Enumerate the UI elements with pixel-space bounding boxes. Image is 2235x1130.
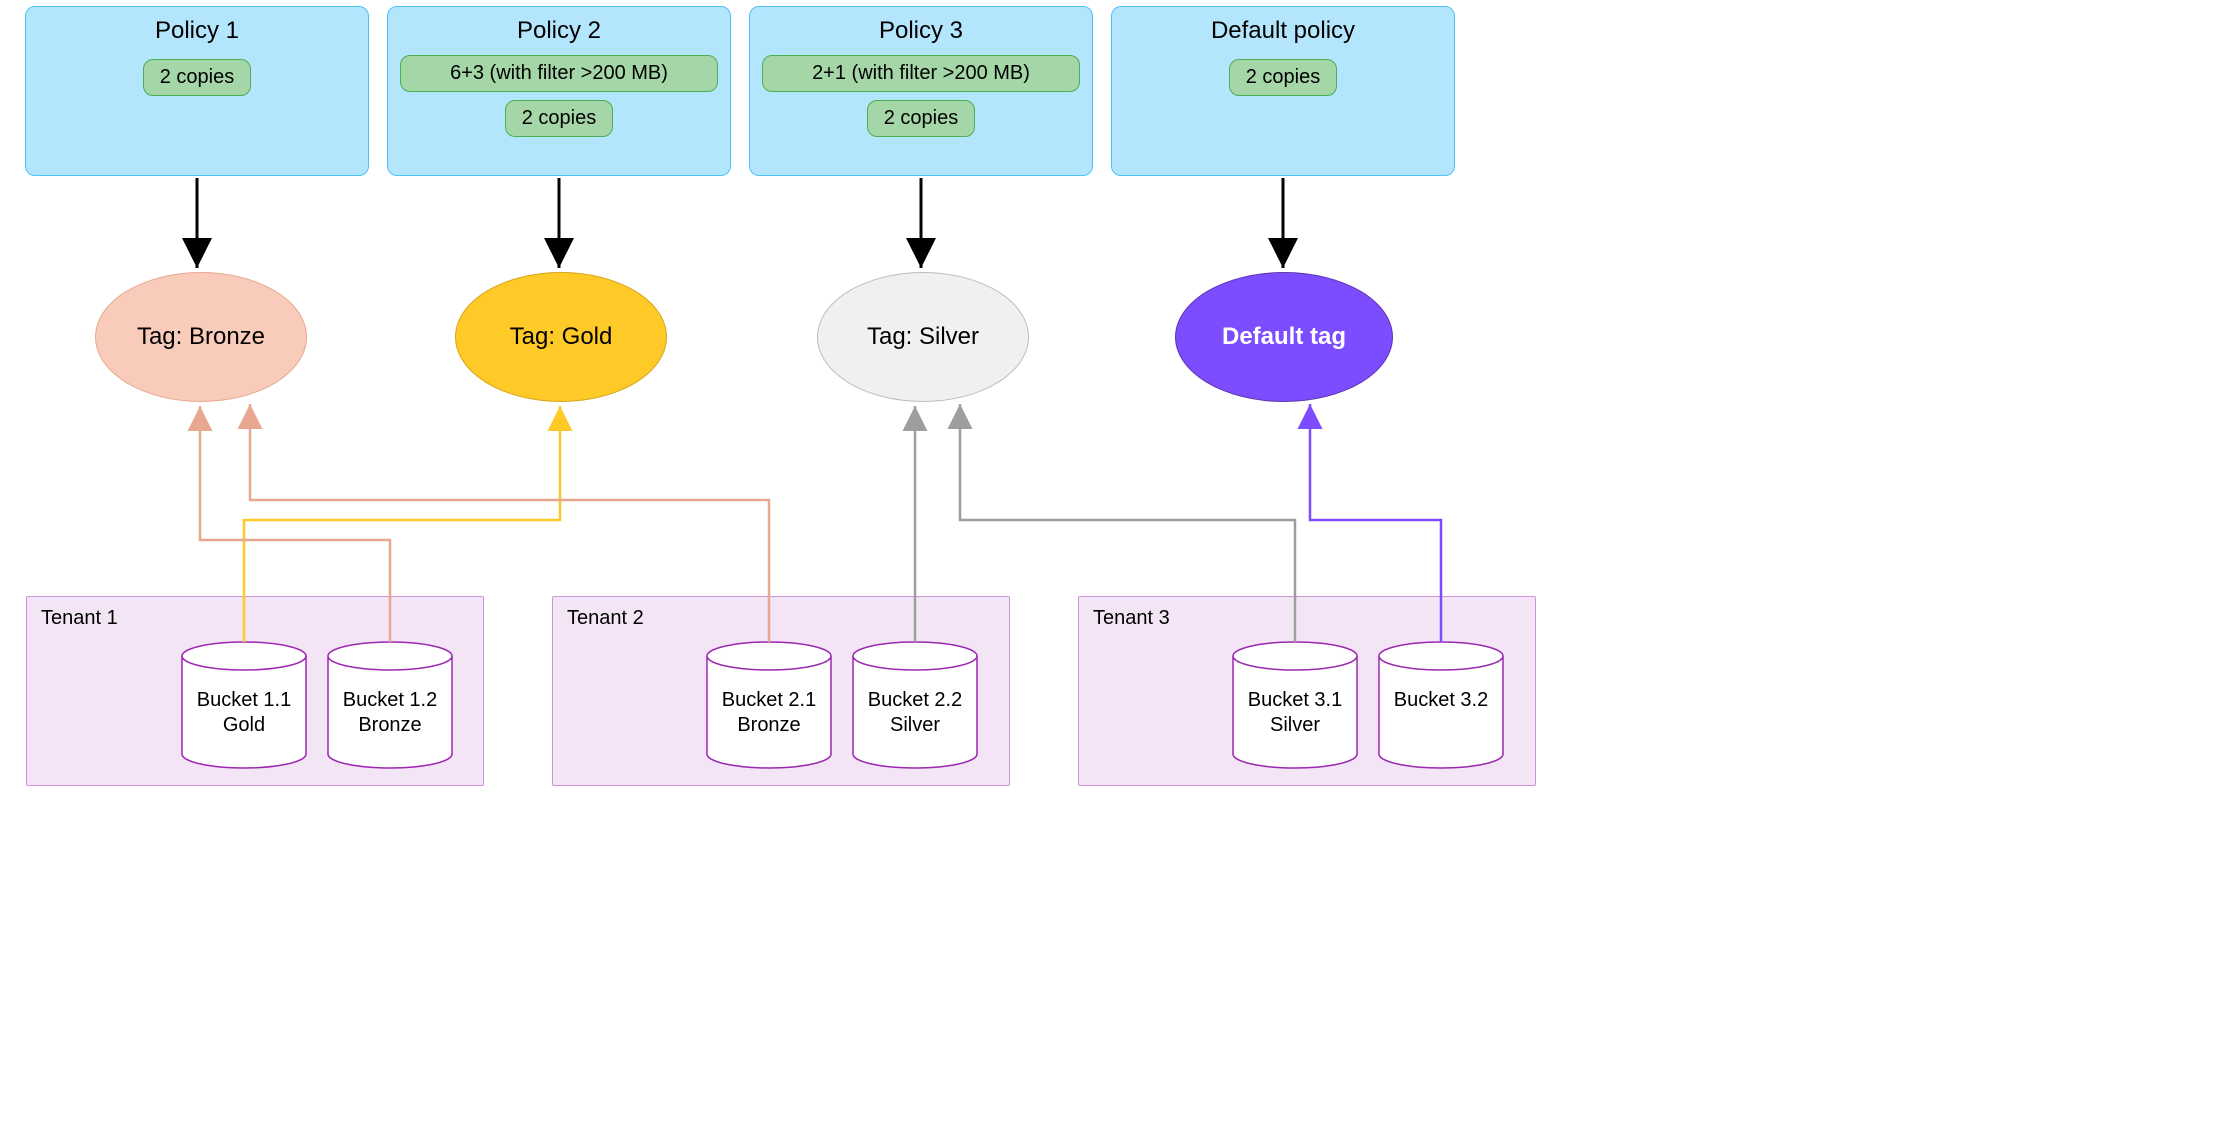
tag-bronze: Tag: Bronze (95, 272, 307, 402)
bucket-1-2-tag: Bronze (358, 714, 421, 736)
bucket-3-2: Bucket 3.2 (1376, 640, 1506, 770)
tag-default-label: Default tag (1222, 323, 1346, 351)
tag-silver: Tag: Silver (817, 272, 1029, 402)
policy-3-pill-1: 2 copies (867, 100, 976, 137)
policy-1-pill-0: 2 copies (143, 59, 252, 96)
tag-gold-label: Tag: Gold (510, 323, 613, 351)
policy-3-pill-0: 2+1 (with filter >200 MB) (762, 55, 1080, 92)
policy-default-box: Default policy 2 copies (1111, 6, 1455, 176)
policy-2-box: Policy 2 6+3 (with filter >200 MB) 2 cop… (387, 6, 731, 176)
bucket-1-1-tag: Gold (223, 714, 265, 736)
policy-1-box: Policy 1 2 copies (25, 6, 369, 176)
policy-3-title: Policy 3 (750, 17, 1092, 45)
bucket-2-1-tag: Bronze (737, 714, 800, 736)
tenant-2-label: Tenant 2 (567, 607, 644, 630)
bucket-2-2-name: Bucket 2.2 (868, 689, 963, 711)
bucket-2-1-name: Bucket 2.1 (722, 689, 817, 711)
bucket-2-1: Bucket 2.1 Bronze (704, 640, 834, 770)
tenant-3-label: Tenant 3 (1093, 607, 1170, 630)
tag-silver-label: Tag: Silver (867, 323, 979, 351)
bucket-1-2: Bucket 1.2 Bronze (325, 640, 455, 770)
policy-1-title: Policy 1 (26, 17, 368, 45)
diagram-canvas: Policy 1 2 copies Policy 2 6+3 (with fil… (0, 0, 1564, 791)
bucket-1-1-name: Bucket 1.1 (197, 689, 292, 711)
tag-gold: Tag: Gold (455, 272, 667, 402)
policy-default-pill-0: 2 copies (1229, 59, 1338, 96)
policy-2-pill-1: 2 copies (505, 100, 614, 137)
tag-default: Default tag (1175, 272, 1393, 402)
bucket-2-2: Bucket 2.2 Silver (850, 640, 980, 770)
bucket-3-1: Bucket 3.1 Silver (1230, 640, 1360, 770)
tag-bronze-label: Tag: Bronze (137, 323, 265, 351)
policy-2-pill-0: 6+3 (with filter >200 MB) (400, 55, 718, 92)
policy-3-box: Policy 3 2+1 (with filter >200 MB) 2 cop… (749, 6, 1093, 176)
bucket-1-2-name: Bucket 1.2 (343, 689, 438, 711)
bucket-2-2-tag: Silver (890, 714, 940, 736)
policy-default-title: Default policy (1112, 17, 1454, 45)
bucket-3-1-name: Bucket 3.1 (1248, 689, 1343, 711)
tenant-1-label: Tenant 1 (41, 607, 118, 630)
policy-2-title: Policy 2 (388, 17, 730, 45)
bucket-1-1: Bucket 1.1 Gold (179, 640, 309, 770)
bucket-3-1-tag: Silver (1270, 714, 1320, 736)
bucket-3-2-name: Bucket 3.2 (1394, 689, 1489, 711)
